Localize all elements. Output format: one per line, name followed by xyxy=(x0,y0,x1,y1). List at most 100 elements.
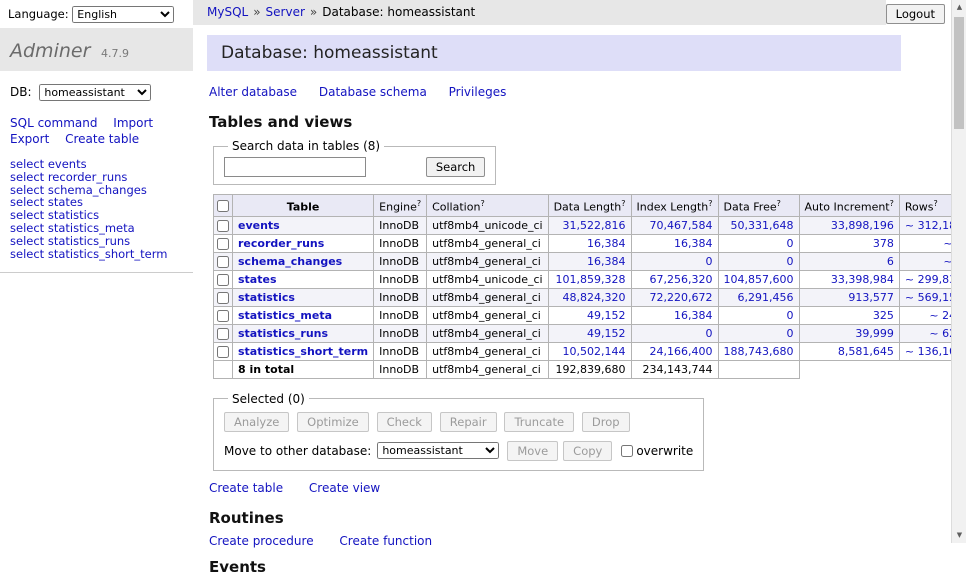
breadcrumb: MySQL»Server»Database: homeassistant xyxy=(193,0,886,25)
overwrite-label[interactable]: overwrite xyxy=(636,444,693,458)
help-icon[interactable]: ? xyxy=(708,199,712,208)
auto-increment-value[interactable]: 39,999 xyxy=(855,327,894,340)
row-checkbox[interactable] xyxy=(217,292,229,304)
create-links-row: Create table Create view xyxy=(209,481,901,495)
table-link[interactable]: statistics_meta xyxy=(238,309,332,322)
data-free-value[interactable]: 0 xyxy=(787,309,794,322)
select-all-checkbox[interactable] xyxy=(217,200,229,212)
export-link[interactable]: Export xyxy=(10,132,49,146)
create-table-link[interactable]: Create table xyxy=(209,481,283,495)
collation-value: utf8mb4_general_ci xyxy=(427,288,548,306)
table-link[interactable]: schema_changes xyxy=(238,255,342,268)
truncate-button[interactable]: Truncate xyxy=(504,412,574,432)
logout-button[interactable]: Logout xyxy=(886,4,945,24)
alter-database-link[interactable]: Alter database xyxy=(209,85,297,99)
row-checkbox[interactable] xyxy=(217,310,229,322)
help-icon[interactable]: ? xyxy=(777,199,781,208)
auto-increment-value[interactable]: 33,898,196 xyxy=(831,219,894,232)
row-checkbox[interactable] xyxy=(217,256,229,268)
index-length-value[interactable]: 72,220,672 xyxy=(650,291,713,304)
help-icon[interactable]: ? xyxy=(480,199,484,208)
engine-value: InnoDB xyxy=(374,216,427,234)
auto-increment-value[interactable]: 8,581,645 xyxy=(838,345,894,358)
overwrite-checkbox[interactable] xyxy=(621,445,633,457)
help-icon[interactable]: ? xyxy=(890,199,894,208)
create-function-link[interactable]: Create function xyxy=(339,534,432,548)
index-length-value[interactable]: 67,256,320 xyxy=(650,273,713,286)
scroll-up-arrow-icon[interactable]: ▲ xyxy=(952,0,966,15)
drop-button[interactable]: Drop xyxy=(582,412,630,432)
row-checkbox[interactable] xyxy=(217,274,229,286)
index-length-value[interactable]: 16,384 xyxy=(674,237,713,250)
list-item: select statistics_short_term xyxy=(10,248,183,261)
auto-increment-value[interactable]: 33,398,984 xyxy=(831,273,894,286)
auto-increment-value[interactable]: 325 xyxy=(873,309,894,322)
move-database-select[interactable]: homeassistant xyxy=(377,442,499,459)
auto-increment-value[interactable]: 378 xyxy=(873,237,894,250)
data-free-value[interactable]: 104,857,600 xyxy=(724,273,794,286)
search-input[interactable] xyxy=(224,157,366,177)
copy-button[interactable]: Copy xyxy=(563,441,612,461)
data-length-value[interactable]: 16,384 xyxy=(587,237,626,250)
help-icon[interactable]: ? xyxy=(621,199,625,208)
data-free-value[interactable]: 0 xyxy=(787,327,794,340)
column-header-data-free: Data Free xyxy=(724,201,777,214)
data-free-value[interactable]: 0 xyxy=(787,237,794,250)
create-procedure-link[interactable]: Create procedure xyxy=(209,534,314,548)
table-link[interactable]: states xyxy=(238,273,277,286)
index-length-value[interactable]: 0 xyxy=(706,327,713,340)
data-free-value[interactable]: 50,331,648 xyxy=(731,219,794,232)
scroll-down-arrow-icon[interactable]: ▼ xyxy=(952,528,966,543)
row-checkbox[interactable] xyxy=(217,238,229,250)
index-length-value[interactable]: 16,384 xyxy=(674,309,713,322)
import-link[interactable]: Import xyxy=(113,116,153,130)
table-link[interactable]: statistics_runs xyxy=(238,327,328,340)
row-checkbox[interactable] xyxy=(217,220,229,232)
language-row: Language: English xyxy=(0,0,193,28)
db-select[interactable]: homeassistant xyxy=(39,84,151,101)
data-free-value[interactable]: 0 xyxy=(787,255,794,268)
row-checkbox[interactable] xyxy=(217,346,229,358)
table-link[interactable]: recorder_runs xyxy=(238,237,324,250)
data-length-value[interactable]: 48,824,320 xyxy=(563,291,626,304)
data-free-value[interactable]: 6,291,456 xyxy=(738,291,794,304)
privileges-link[interactable]: Privileges xyxy=(449,85,507,99)
optimize-button[interactable]: Optimize xyxy=(297,412,369,432)
sidebar-item-select-statistics-short-term[interactable]: select statistics_short_term xyxy=(10,247,167,261)
index-length-value[interactable]: 70,467,584 xyxy=(650,219,713,232)
create-view-link[interactable]: Create view xyxy=(309,481,380,495)
table-link[interactable]: statistics_short_term xyxy=(238,345,368,358)
data-length-value[interactable]: 49,152 xyxy=(587,309,626,322)
index-length-value[interactable]: 0 xyxy=(706,255,713,268)
data-length-value[interactable]: 101,859,328 xyxy=(556,273,626,286)
sql-command-link[interactable]: SQL command xyxy=(10,116,97,130)
auto-increment-value[interactable]: 6 xyxy=(887,255,894,268)
move-button[interactable]: Move xyxy=(507,441,558,461)
search-button[interactable]: Search xyxy=(426,157,486,177)
scrollbar[interactable]: ▲ ▼ xyxy=(951,0,966,543)
data-length-value[interactable]: 16,384 xyxy=(587,255,626,268)
table-link[interactable]: statistics xyxy=(238,291,295,304)
analyze-button[interactable]: Analyze xyxy=(224,412,289,432)
scrollbar-thumb[interactable] xyxy=(954,17,964,129)
help-icon[interactable]: ? xyxy=(933,199,937,208)
data-length-value[interactable]: 10,502,144 xyxy=(563,345,626,358)
breadcrumb-server-link[interactable]: Server xyxy=(266,5,305,19)
database-schema-link[interactable]: Database schema xyxy=(319,85,427,99)
repair-button[interactable]: Repair xyxy=(440,412,497,432)
help-icon[interactable]: ? xyxy=(417,199,421,208)
data-free-value[interactable]: 188,743,680 xyxy=(724,345,794,358)
data-length-value[interactable]: 31,522,816 xyxy=(563,219,626,232)
data-length-value[interactable]: 49,152 xyxy=(587,327,626,340)
row-checkbox[interactable] xyxy=(217,328,229,340)
breadcrumb-mysql-link[interactable]: MySQL xyxy=(207,5,248,19)
index-length-value[interactable]: 24,166,400 xyxy=(650,345,713,358)
auto-increment-value[interactable]: 913,577 xyxy=(848,291,894,304)
check-button[interactable]: Check xyxy=(377,412,432,432)
engine-value: InnoDB xyxy=(374,252,427,270)
sidebar: Language: English Adminer 4.7.9 DB: home… xyxy=(0,0,193,543)
db-actions-row: Alter database Database schema Privilege… xyxy=(209,85,901,99)
language-select[interactable]: English xyxy=(72,6,174,23)
table-link[interactable]: events xyxy=(238,219,280,232)
create-table-link-sidebar[interactable]: Create table xyxy=(65,132,139,146)
